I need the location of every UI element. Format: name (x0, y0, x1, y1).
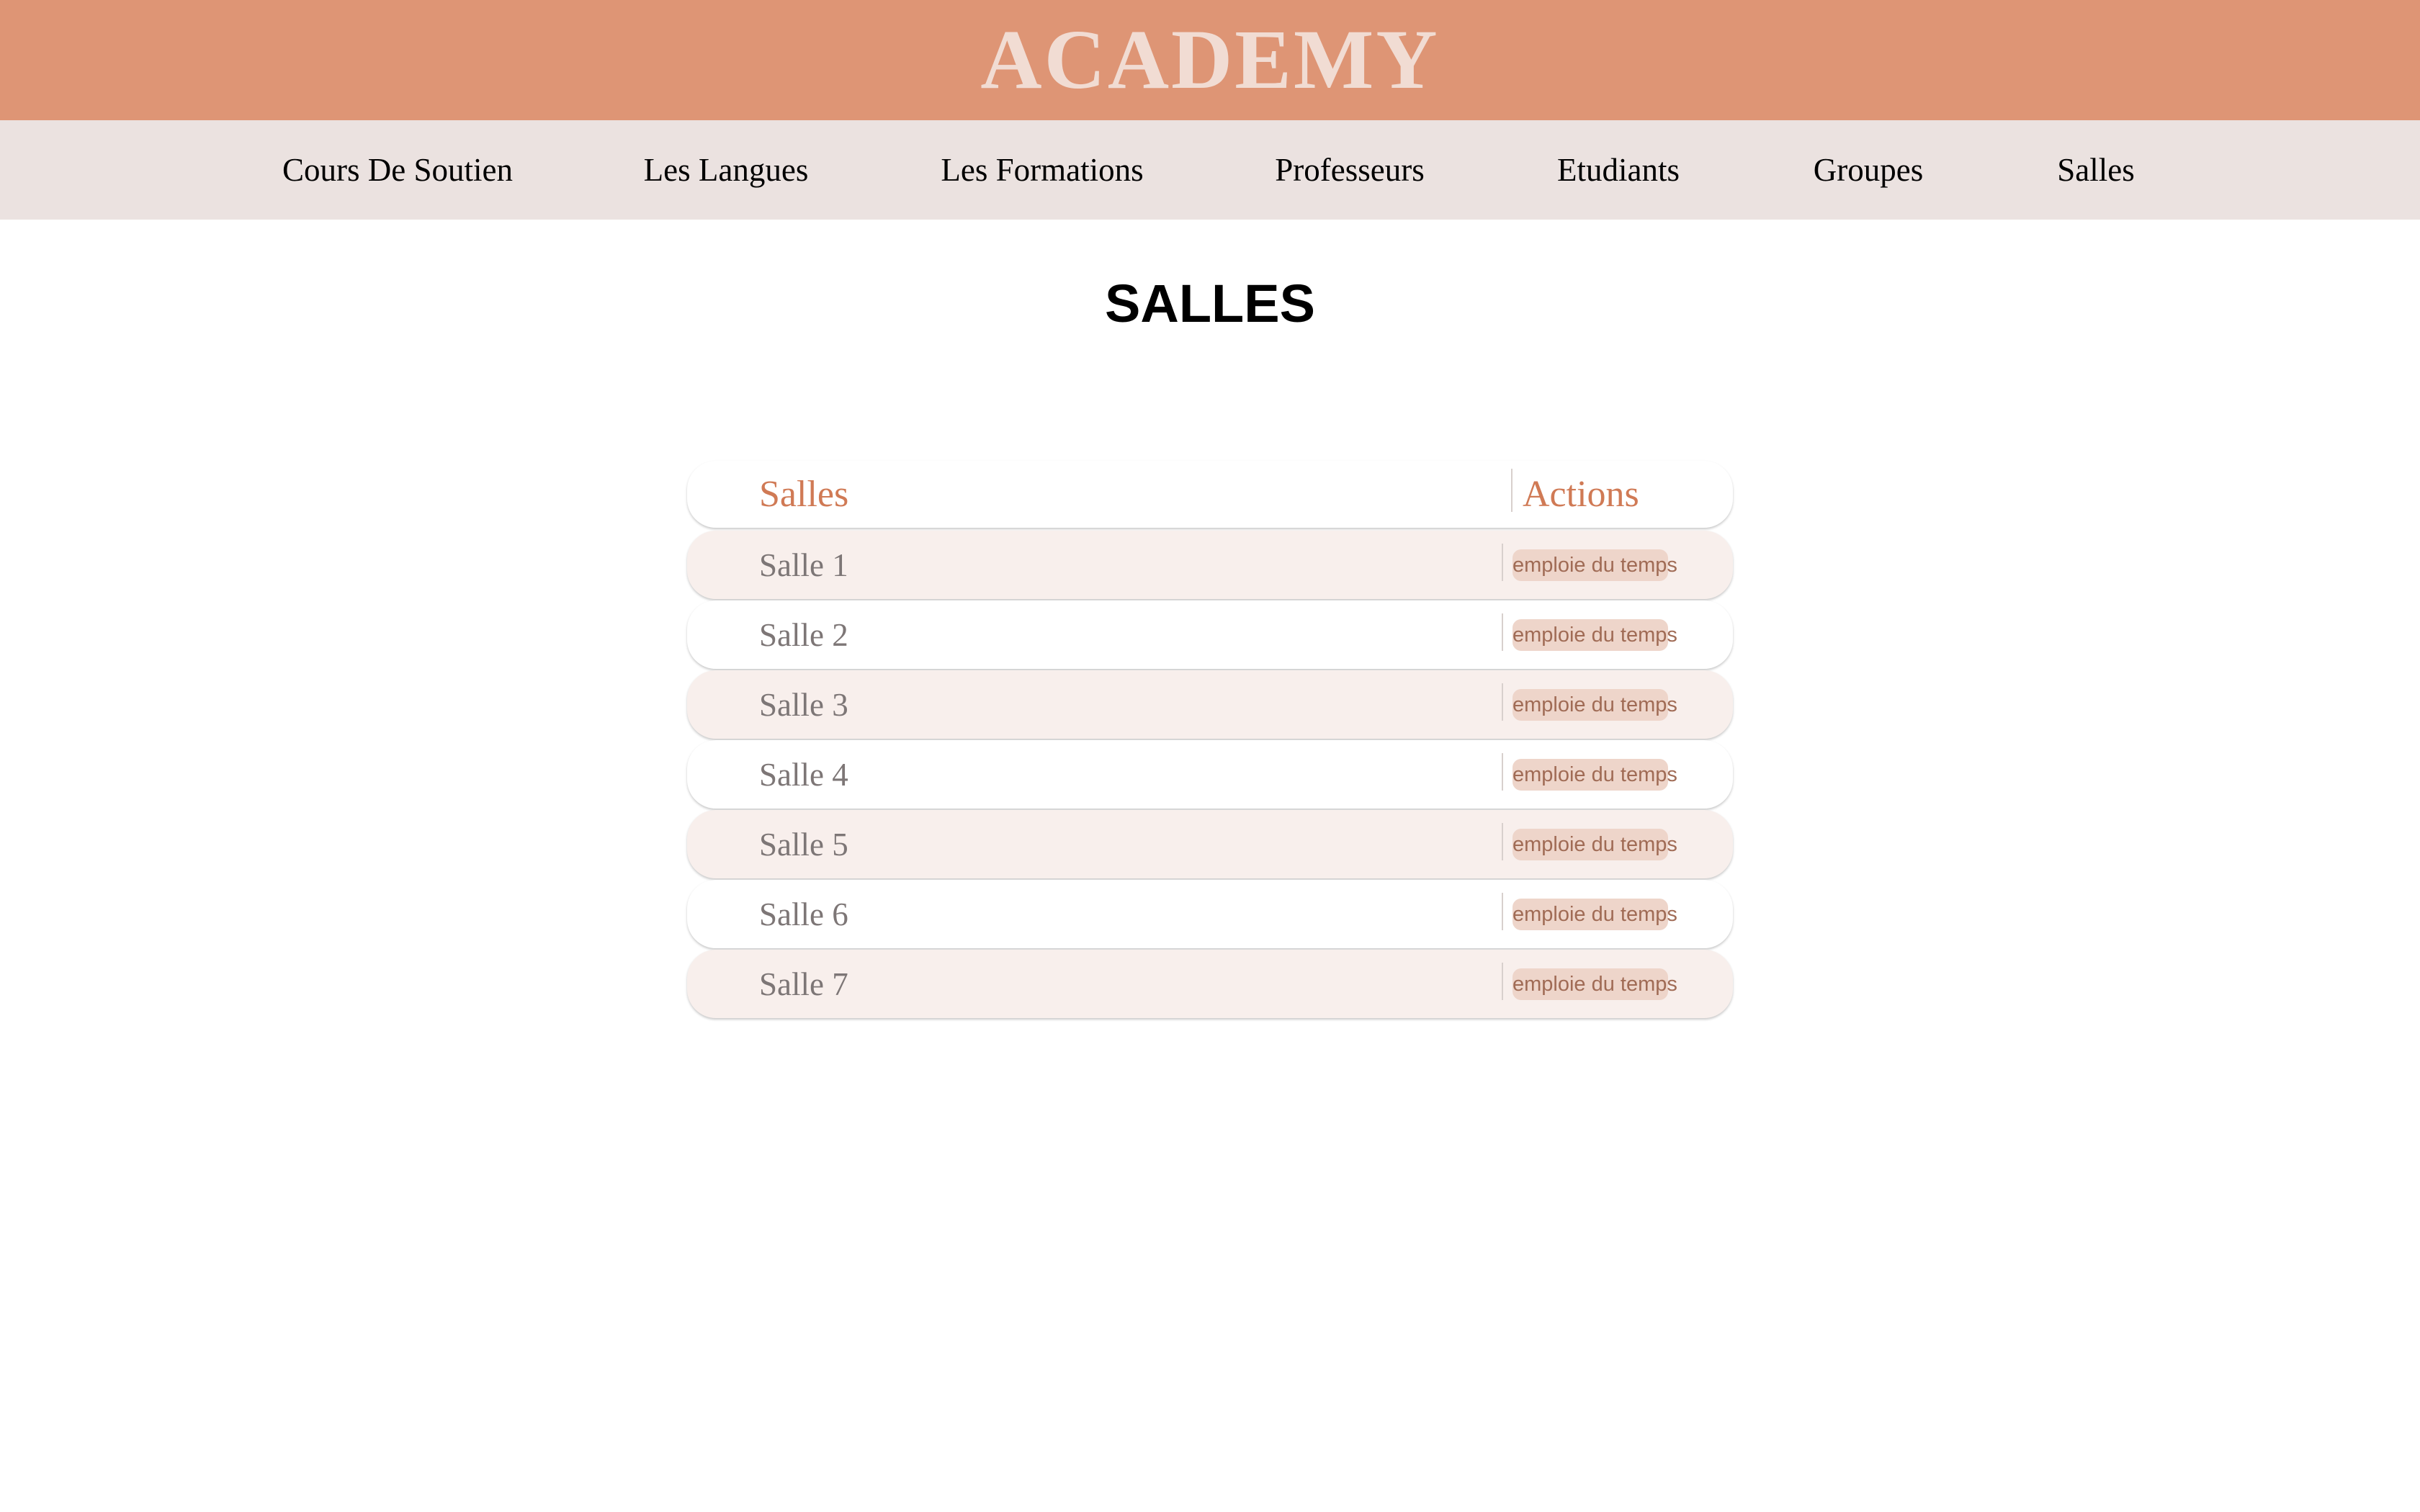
column-divider (1502, 544, 1503, 581)
schedule-button[interactable]: emploie du temps (1512, 759, 1677, 791)
site-header: ACADEMY (0, 0, 2420, 120)
table-row: Salle 3 emploie du temps (687, 670, 1733, 739)
room-name: Salle 2 (759, 616, 848, 653)
table-row: Salle 2 emploie du temps (687, 600, 1733, 669)
room-name: Salle 5 (759, 826, 848, 863)
nav-item-cours-de-soutien[interactable]: Cours De Soutien (282, 120, 513, 220)
room-name: Salle 1 (759, 546, 848, 583)
column-divider (1502, 893, 1503, 930)
site-logo-title[interactable]: ACADEMY (980, 17, 1439, 102)
table-row: Salle 1 emploie du temps (687, 531, 1733, 599)
table-row: Salle 7 emploie du temps (687, 950, 1733, 1018)
schedule-button[interactable]: emploie du temps (1512, 968, 1677, 1000)
page-title: SALLES (1105, 274, 1315, 333)
column-divider (1502, 963, 1503, 1000)
table-row: Salle 4 emploie du temps (687, 740, 1733, 809)
column-divider (1502, 613, 1503, 651)
room-name: Salle 4 (759, 756, 848, 793)
column-header-salles: Salles (759, 474, 849, 515)
column-divider (1502, 753, 1503, 791)
schedule-button[interactable]: emploie du temps (1512, 829, 1677, 860)
nav-item-etudiants[interactable]: Etudiants (1557, 120, 1680, 220)
schedule-button[interactable]: emploie du temps (1512, 549, 1677, 581)
table-header-row: Salles Actions (687, 461, 1733, 528)
table-row: Salle 6 emploie du temps (687, 880, 1733, 948)
room-name: Salle 7 (759, 966, 848, 1002)
main-navigation: Cours De Soutien Les Langues Les Formati… (0, 120, 2420, 220)
nav-item-les-formations[interactable]: Les Formations (941, 120, 1143, 220)
column-divider (1502, 823, 1503, 860)
room-name: Salle 3 (759, 686, 848, 723)
schedule-button[interactable]: emploie du temps (1512, 619, 1677, 651)
nav-item-salles[interactable]: Salles (2057, 120, 2135, 220)
nav-item-professeurs[interactable]: Professeurs (1275, 120, 1424, 220)
schedule-button[interactable]: emploie du temps (1512, 689, 1677, 721)
schedule-button[interactable]: emploie du temps (1512, 899, 1677, 930)
column-divider (1502, 683, 1503, 721)
column-header-actions: Actions (1523, 474, 1639, 515)
room-name: Salle 6 (759, 896, 848, 932)
nav-item-groupes[interactable]: Groupes (1814, 120, 1923, 220)
table-row: Salle 5 emploie du temps (687, 810, 1733, 878)
nav-item-les-langues[interactable]: Les Langues (644, 120, 809, 220)
rooms-table: Salles Actions Salle 1 emploie du temps … (687, 461, 1733, 1020)
column-divider (1511, 469, 1512, 512)
